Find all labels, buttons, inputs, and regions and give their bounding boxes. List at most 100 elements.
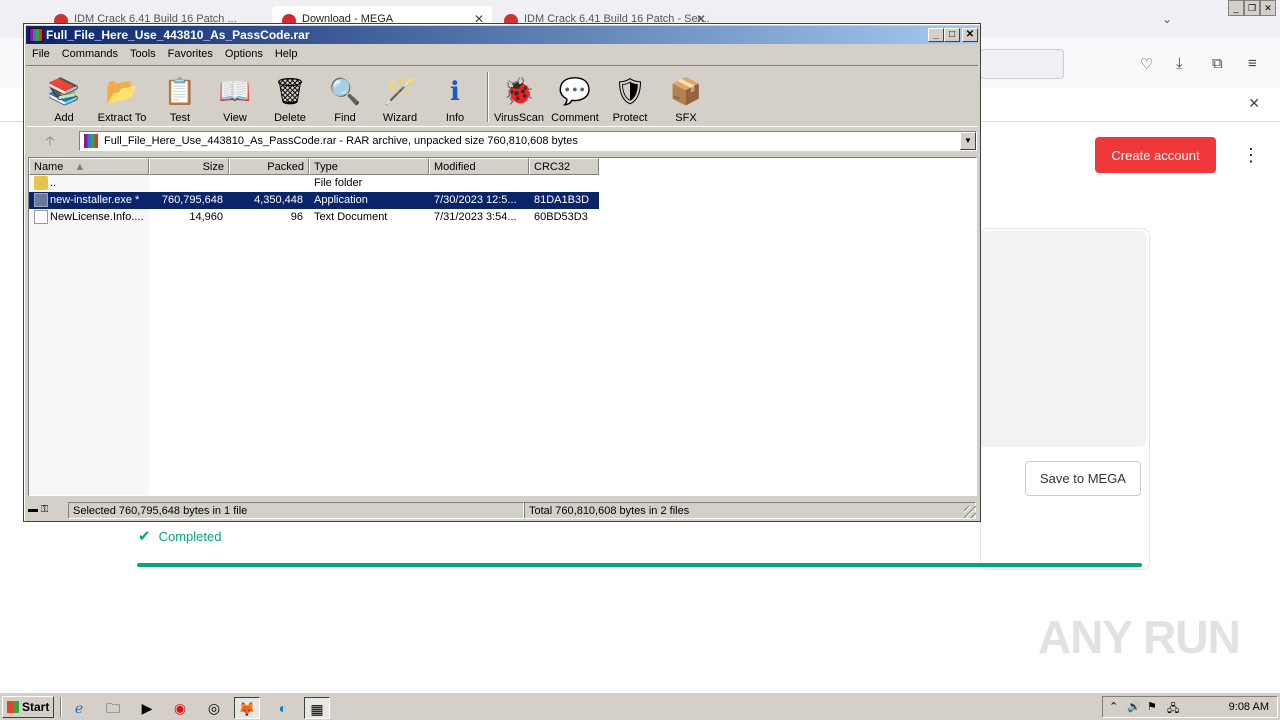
add-icon: 📚 [47, 76, 81, 106]
menu-help[interactable]: Help [269, 45, 304, 60]
comment-button[interactable]: 💬 Comment [547, 68, 603, 126]
notification-close-icon[interactable]: ✕ [1248, 95, 1260, 112]
find-icon: 🔍 [328, 76, 362, 106]
download-status: ✔ Completed [138, 527, 221, 545]
start-button[interactable]: Start [2, 696, 54, 718]
opera-icon[interactable]: ◉ [167, 697, 193, 719]
tool-label: Find [334, 112, 356, 124]
file-type: Text Document [314, 211, 388, 223]
chevron-down-icon[interactable]: ▼ [960, 132, 976, 150]
winrar-app-icon[interactable] [29, 28, 43, 42]
up-one-level-icon[interactable]: 🡡 [32, 132, 68, 150]
menu-favorites[interactable]: Favorites [162, 45, 219, 60]
minimize-icon[interactable]: _ [1228, 0, 1244, 16]
tool-label: SFX [675, 112, 697, 124]
file-row-parent[interactable]: .. File folder [29, 175, 599, 192]
winrar-taskbar-icon[interactable]: ▦ [304, 697, 330, 719]
tool-label: Protect [612, 112, 648, 124]
media-player-icon[interactable]: ▶ [134, 697, 160, 719]
maximize-icon[interactable]: □ [944, 28, 960, 42]
test-icon: 📋 [163, 76, 197, 106]
minimize-icon[interactable]: _ [928, 28, 944, 42]
menu-tools[interactable]: Tools [124, 45, 162, 60]
checkmark-icon: ✔ [138, 528, 151, 545]
resize-grip-icon[interactable] [964, 506, 976, 518]
chrome-icon[interactable]: ◎ [201, 697, 227, 719]
virusscan-button[interactable]: 🐞 VirusScan [491, 68, 547, 126]
archive-path-field[interactable]: Full_File_Here_Use_443810_As_PassCode.ra… [79, 131, 977, 151]
file-type: File folder [314, 177, 363, 189]
file-modified: 7/30/2023 12:5... [434, 194, 517, 206]
wizard-button[interactable]: 🪄 Wizard [372, 68, 428, 126]
toolbar-separator [487, 72, 489, 122]
column-header-crc32[interactable]: CRC32 [529, 158, 599, 175]
file-name: NewLicense.Info.... [50, 211, 144, 223]
column-header-type[interactable]: Type [309, 158, 429, 175]
extensions-icon[interactable]: ⧉ [1212, 55, 1223, 72]
extract-to-button[interactable]: 📂 Extract To [94, 68, 150, 126]
winrar-window: Full_File_Here_Use_443810_As_PassCode.ra… [23, 23, 981, 522]
downloads-icon[interactable]: ⤓ [1176, 55, 1183, 72]
internet-explorer-icon[interactable]: ℯ [66, 697, 92, 719]
file-packed: 96 [290, 211, 303, 223]
mega-file-preview [980, 231, 1146, 447]
test-button[interactable]: 📋 Test [152, 68, 208, 126]
view-button[interactable]: 📖 View [207, 68, 263, 126]
comment-icon: 💬 [558, 76, 592, 106]
tool-label: Info [445, 112, 465, 124]
file-size: 760,795,648 [161, 194, 223, 206]
menu-bar: File Commands Tools Favorites Options Help [26, 45, 978, 64]
file-name: new-installer.exe * [50, 194, 140, 206]
create-account-button[interactable]: Create account [1095, 137, 1216, 173]
volume-icon[interactable]: 🔊 [1127, 700, 1141, 713]
protect-button[interactable]: 🛡 Protect [602, 68, 658, 126]
protect-icon: 🛡 [613, 76, 647, 106]
column-header-name[interactable]: Name ▲ [29, 158, 149, 175]
show-hidden-icons-icon[interactable]: ⌃ [1109, 700, 1118, 713]
virusscan-icon: 🐞 [502, 76, 536, 106]
tool-label: Wizard [382, 112, 418, 124]
restore-icon[interactable]: ❐ [1244, 0, 1260, 16]
sort-ascending-icon: ▲ [74, 161, 86, 173]
status-drive-icons[interactable]: ▬ ⚿ [28, 502, 68, 519]
menu-icon[interactable]: ≡ [1248, 55, 1257, 72]
column-header-modified[interactable]: Modified [429, 158, 529, 175]
file-row-newlicense[interactable]: NewLicense.Info.... 14,960 96 Text Docum… [29, 209, 599, 226]
windows-logo-icon [7, 701, 19, 713]
info-button[interactable]: ℹ Info [427, 68, 483, 126]
menu-file[interactable]: File [26, 45, 56, 60]
file-row-new-installer[interactable]: new-installer.exe * 760,795,648 4,350,44… [29, 192, 599, 209]
taskbar: Start ℯ 🗀 ▶ ◉ ◎ 🦊 ◐ ▦ ⌃ 🔊 ⚑ 🖧 9:08 AM [0, 692, 1280, 720]
close-icon[interactable]: ✕ [962, 28, 978, 42]
status-total: Total 760,810,608 bytes in 2 files [524, 502, 976, 519]
action-center-flag-icon[interactable]: ⚑ [1147, 700, 1157, 713]
delete-button[interactable]: 🗑 Delete [262, 68, 318, 126]
firefox-icon[interactable]: 🦊 [234, 697, 260, 719]
file-name: .. [50, 177, 57, 189]
close-icon[interactable]: ✕ [1260, 0, 1276, 16]
file-explorer-icon[interactable]: 🗀 [100, 697, 126, 719]
download-progress-bar [137, 563, 1142, 567]
column-header-size[interactable]: Size [149, 158, 229, 175]
pocket-icon[interactable]: ♡ [1140, 55, 1153, 73]
edge-icon[interactable]: ◐ [270, 697, 296, 719]
more-options-icon[interactable]: ⋮ [1242, 145, 1260, 166]
application-icon [34, 193, 48, 207]
list-all-tabs-icon[interactable]: ⌄ [1162, 12, 1172, 26]
url-bar[interactable] [980, 49, 1064, 79]
menu-commands[interactable]: Commands [56, 45, 124, 60]
add-button[interactable]: 📚 Add [36, 68, 92, 126]
folder-icon [34, 176, 48, 190]
info-icon: ℹ [450, 76, 460, 106]
tool-label: Test [169, 112, 191, 124]
find-button[interactable]: 🔍 Find [317, 68, 373, 126]
clock[interactable]: 9:08 AM [1229, 701, 1269, 713]
system-tray: ⌃ 🔊 ⚑ 🖧 9:08 AM [1102, 696, 1278, 718]
save-to-mega-button[interactable]: Save to MEGA [1025, 461, 1141, 496]
file-crc: 81DA1B3D [534, 194, 590, 206]
network-icon[interactable]: 🖧 [1167, 700, 1179, 719]
sfx-button[interactable]: 📦 SFX [658, 68, 714, 126]
column-header-packed[interactable]: Packed [229, 158, 309, 175]
winrar-titlebar[interactable]: Full_File_Here_Use_443810_As_PassCode.ra… [26, 26, 978, 44]
menu-options[interactable]: Options [219, 45, 269, 60]
